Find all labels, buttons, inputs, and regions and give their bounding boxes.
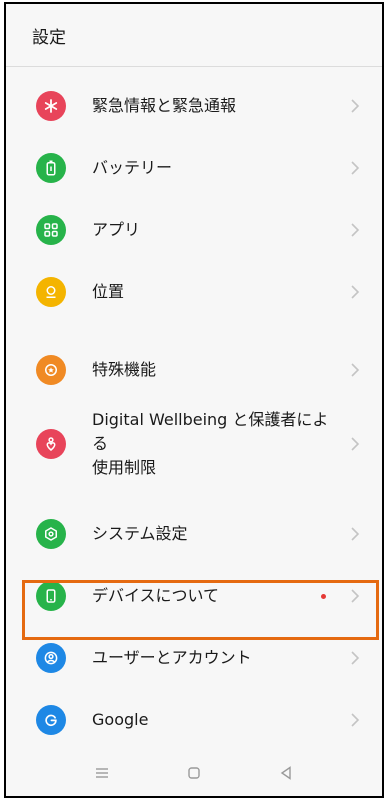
chevron-right-icon (348, 527, 362, 541)
chevron-right-icon (348, 363, 362, 377)
settings-item-label-line1: Digital Wellbeing と保護者による (92, 410, 329, 453)
chevron-right-icon (348, 99, 362, 113)
settings-item-label: ユーザーとアカウント (92, 648, 252, 667)
home-icon[interactable] (183, 762, 205, 784)
navigation-bar (6, 750, 382, 796)
settings-item-battery[interactable]: バッテリー (6, 137, 382, 199)
settings-item-apps[interactable]: アプリ (6, 199, 382, 261)
wellbeing-heart-icon (36, 429, 66, 459)
settings-item-label: 緊急情報と緊急通報 (92, 96, 237, 115)
settings-item-label-line2: 使用制限 (92, 458, 157, 477)
settings-item-emergency[interactable]: 緊急情報と緊急通報 (6, 75, 382, 137)
chevron-right-icon (348, 161, 362, 175)
chevron-right-icon (348, 223, 362, 237)
settings-item-label: デバイスについて (92, 586, 220, 605)
settings-item-digital-wellbeing[interactable]: Digital Wellbeing と保護者による 使用制限 (6, 401, 382, 487)
settings-item-location[interactable]: 位置 (6, 261, 382, 323)
google-g-icon (36, 705, 66, 735)
settings-item-users-accounts[interactable]: ユーザーとアカウント (6, 627, 382, 689)
asterisk-icon (36, 91, 66, 121)
battery-icon (36, 153, 66, 183)
back-icon[interactable] (275, 762, 297, 784)
notification-dot (321, 593, 326, 599)
settings-item-label: 特殊機能 (92, 360, 157, 379)
chevron-right-icon (348, 651, 362, 665)
settings-item-google[interactable]: Google (6, 689, 382, 751)
star-badge-icon (36, 355, 66, 385)
settings-screen: 設定 緊急情報と緊急通報 バッテリー アプリ 位置 特殊機能 Digital W… (4, 2, 384, 798)
chevron-right-icon (348, 589, 362, 603)
phone-device-icon (36, 581, 66, 611)
settings-list: 緊急情報と緊急通報 バッテリー アプリ 位置 特殊機能 Digital Well… (6, 67, 382, 751)
settings-item-label: システム設定 (92, 524, 188, 543)
settings-item-label: アプリ (92, 220, 141, 239)
section-divider (6, 487, 382, 503)
chevron-right-icon (348, 713, 362, 727)
settings-item-label: バッテリー (92, 158, 173, 177)
settings-item-label: 位置 (92, 282, 125, 301)
settings-item-about-device[interactable]: デバイスについて (6, 565, 382, 627)
settings-item-label: Google (92, 710, 149, 729)
system-gear-icon (36, 519, 66, 549)
settings-item-system[interactable]: システム設定 (6, 503, 382, 565)
menu-icon[interactable] (91, 762, 113, 784)
page-title: 設定 (6, 4, 382, 67)
chevron-right-icon (348, 437, 362, 451)
settings-item-special-features[interactable]: 特殊機能 (6, 339, 382, 401)
user-account-icon (36, 643, 66, 673)
chevron-right-icon (348, 285, 362, 299)
settings-item-label: Digital Wellbeing と保護者による 使用制限 (92, 408, 340, 480)
apps-grid-icon (36, 215, 66, 245)
location-pin-icon (36, 277, 66, 307)
page-title-text: 設定 (32, 27, 66, 48)
section-divider (6, 323, 382, 339)
